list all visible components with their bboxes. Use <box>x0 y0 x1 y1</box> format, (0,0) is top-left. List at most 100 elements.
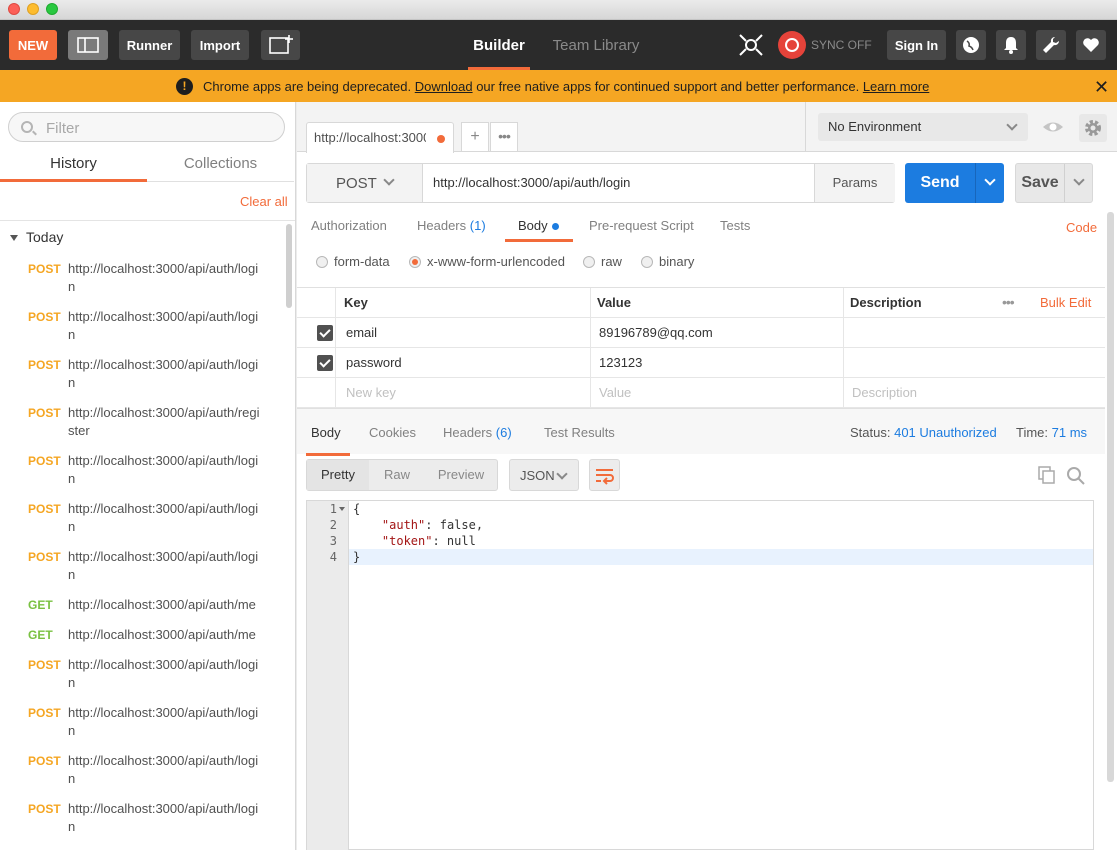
chevron-down-icon <box>383 174 395 186</box>
generate-code-link[interactable]: Code <box>1066 220 1097 235</box>
list-item[interactable]: POST http://localhost:3000/api/auth/login <box>0 796 286 844</box>
active-tab-underline <box>505 239 573 242</box>
tab-history[interactable]: History <box>0 152 147 182</box>
sign-in-button[interactable]: Sign In <box>887 30 946 60</box>
tab-tests[interactable]: Tests <box>720 218 750 233</box>
globe-button[interactable] <box>956 30 986 60</box>
params-button[interactable]: Params <box>814 164 895 202</box>
new-button[interactable]: NEW <box>9 30 57 60</box>
list-item[interactable]: POST http://localhost:3000/api/auth/login <box>0 256 286 304</box>
import-button[interactable]: Import <box>191 30 249 60</box>
view-preview[interactable]: Preview <box>425 460 497 490</box>
minimize-window-button[interactable] <box>27 3 39 15</box>
response-body-editor[interactable]: 1 {2 "auth": false, 3 "token": null 4} <box>306 500 1094 850</box>
main-scrollbar[interactable] <box>1107 212 1114 782</box>
sidebar-scrollbar[interactable] <box>286 224 292 308</box>
radio-raw[interactable]: raw <box>583 254 622 269</box>
close-banner-icon[interactable]: ✕ <box>1094 77 1109 98</box>
send-button[interactable]: Send <box>905 163 1004 203</box>
time-value[interactable]: 71 ms <box>1052 425 1087 440</box>
list-item[interactable]: POST http://localhost:3000/api/auth/login <box>0 448 286 496</box>
radio-urlencoded[interactable]: x-www-form-urlencoded <box>409 254 565 269</box>
filter-input[interactable]: Filter <box>8 112 285 142</box>
new-key-input[interactable]: New key <box>346 378 396 408</box>
response-format-select[interactable]: JSON <box>509 459 579 491</box>
list-item[interactable]: GET http://localhost:3000/api/auth/me <box>0 622 286 652</box>
fold-arrow-icon[interactable] <box>339 507 345 511</box>
list-item[interactable]: POST http://localhost:3000/api/auth/login <box>0 352 286 400</box>
deprecation-banner: ! Chrome apps are being deprecated. Down… <box>0 70 1117 102</box>
heart-button[interactable] <box>1076 30 1106 60</box>
list-item[interactable]: POST http://localhost:3000/api/auth/regis… <box>0 400 286 448</box>
environment-select[interactable]: No Environment <box>818 113 1028 141</box>
tab-headers[interactable]: Headers (1) <box>417 218 486 233</box>
search-icon[interactable] <box>1066 466 1086 486</box>
row-value-input[interactable]: 123123 <box>599 348 642 378</box>
sync-icon[interactable] <box>778 31 806 59</box>
zoom-window-button[interactable] <box>46 3 58 15</box>
radio-circle <box>316 255 328 268</box>
history-group-today[interactable]: Today <box>10 229 63 245</box>
row-enabled-checkbox[interactable] <box>317 355 333 371</box>
copy-icon[interactable] <box>1038 466 1056 484</box>
list-item[interactable]: POST http://localhost:3000/api/auth/login <box>0 496 286 544</box>
method-select[interactable]: POST <box>307 164 423 202</box>
bulk-edit-link[interactable]: Bulk Edit <box>1040 288 1091 318</box>
close-window-button[interactable] <box>8 3 20 15</box>
add-tab-button[interactable]: + <box>461 122 489 152</box>
interceptor-button[interactable] <box>736 32 766 58</box>
tab-headers-label: Headers <box>417 218 467 233</box>
save-button[interactable]: Save <box>1015 163 1093 203</box>
url-input[interactable]: http://localhost:3000/api/auth/login <box>433 175 630 190</box>
tab-body[interactable]: Body <box>518 218 559 233</box>
response-tab-body[interactable]: Body <box>311 425 341 440</box>
response-tab-headers[interactable]: Headers (6) <box>443 425 512 440</box>
view-raw[interactable]: Raw <box>369 460 425 490</box>
wrap-lines-button[interactable] <box>589 459 620 491</box>
tab-builder[interactable]: Builder <box>468 20 530 70</box>
list-item[interactable]: POST http://localhost:3000/api/auth/login <box>0 652 286 700</box>
runner-button[interactable]: Runner <box>119 30 180 60</box>
row-key-input[interactable]: password <box>346 348 402 378</box>
bell-icon <box>1004 37 1018 54</box>
notifications-button[interactable] <box>996 30 1026 60</box>
new-value-input[interactable]: Value <box>599 378 631 408</box>
status-value[interactable]: 401 Unauthorized <box>894 425 997 440</box>
manage-environments-button[interactable] <box>1079 114 1107 142</box>
tab-team-library[interactable]: Team Library <box>545 20 647 70</box>
send-label: Send <box>920 174 960 191</box>
tab-pre-request-script[interactable]: Pre-request Script <box>589 218 694 233</box>
radio-binary[interactable]: binary <box>641 254 694 269</box>
list-item[interactable]: POST http://localhost:3000/api/auth/login <box>0 544 286 592</box>
list-item[interactable]: GET http://localhost:3000/api/auth/me <box>0 592 286 622</box>
json-text: } <box>353 550 361 564</box>
new-window-button[interactable] <box>261 30 300 60</box>
table-options-button[interactable]: ••• <box>1002 288 1015 318</box>
settings-button[interactable] <box>1036 30 1066 60</box>
learn-more-link[interactable]: Learn more <box>863 79 929 94</box>
new-description-input[interactable]: Description <box>852 378 917 408</box>
tab-authorization[interactable]: Authorization <box>311 218 387 233</box>
request-tab[interactable]: http://localhost:3000 <box>306 122 454 153</box>
download-link[interactable]: Download <box>415 79 473 94</box>
row-key-input[interactable]: email <box>346 318 377 348</box>
json-text: : false, <box>425 518 484 532</box>
response-tab-cookies[interactable]: Cookies <box>369 425 416 440</box>
send-options-button[interactable] <box>975 163 1004 203</box>
list-item[interactable]: POST http://localhost:3000/api/auth/login <box>0 700 286 748</box>
save-options-button[interactable] <box>1064 164 1092 202</box>
view-pretty[interactable]: Pretty <box>307 460 369 490</box>
toggle-sidebar-button[interactable] <box>68 30 108 60</box>
list-item[interactable]: POST http://localhost:3000/api/auth/login <box>0 748 286 796</box>
sync-status[interactable]: SYNC OFF <box>811 38 872 52</box>
clear-all-link[interactable]: Clear all <box>240 194 288 209</box>
json-text: { <box>353 502 361 516</box>
environment-quick-look-button[interactable] <box>1042 116 1064 138</box>
list-item[interactable]: POST http://localhost:3000/api/auth/login <box>0 304 286 352</box>
response-tab-test-results[interactable]: Test Results <box>544 425 615 440</box>
radio-form-data[interactable]: form-data <box>316 254 390 269</box>
tab-collections[interactable]: Collections <box>147 152 294 182</box>
row-value-input[interactable]: 89196789@qq.com <box>599 318 713 348</box>
row-enabled-checkbox[interactable] <box>317 325 333 341</box>
more-tabs-button[interactable]: ••• <box>490 122 518 152</box>
